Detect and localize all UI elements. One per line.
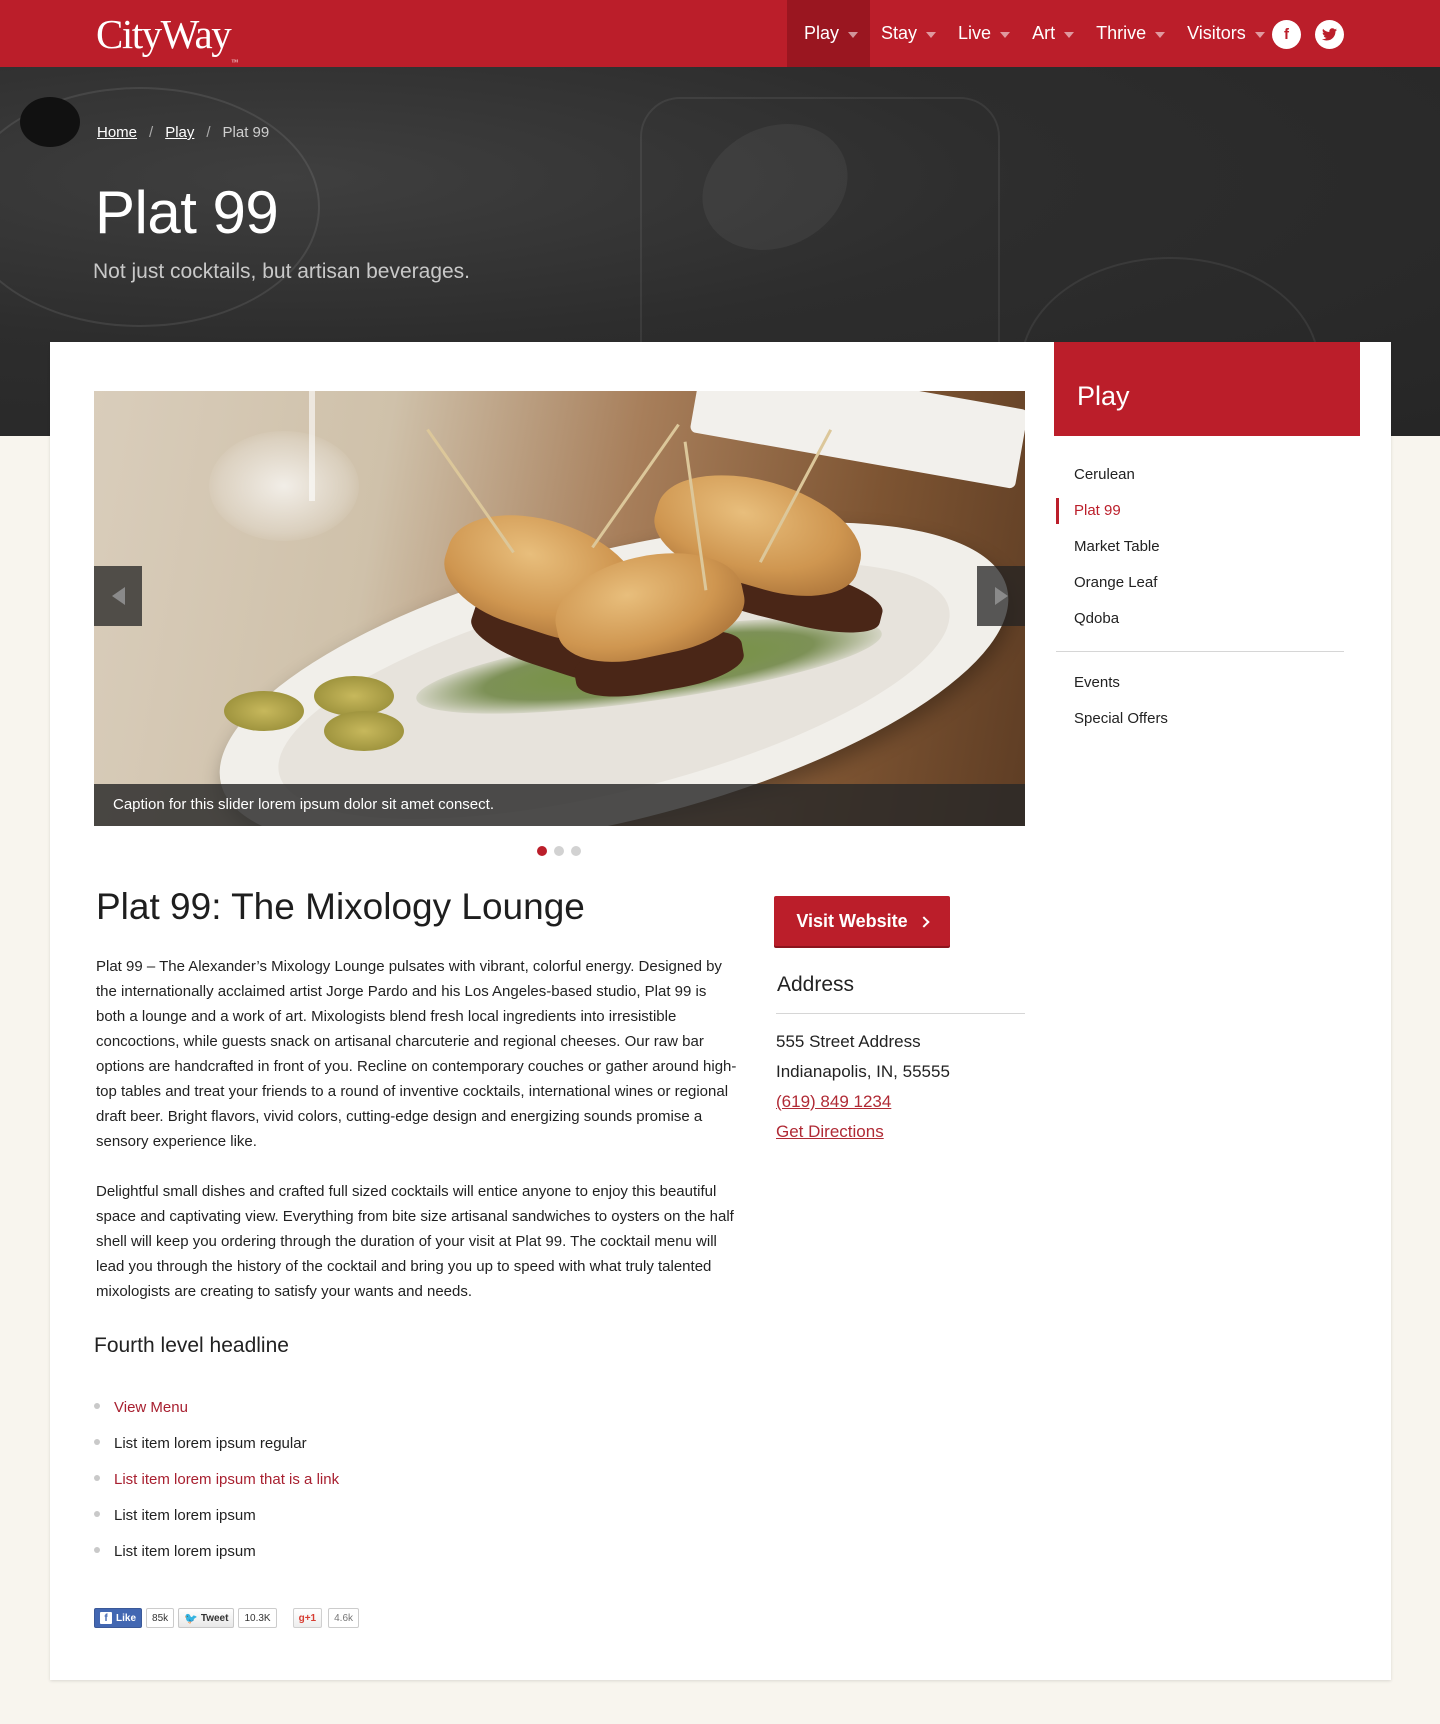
- breadcrumb: Home / Play / Plat 99: [97, 124, 269, 141]
- caret-down-icon: [1155, 31, 1166, 38]
- caret-down-icon: [1064, 31, 1075, 38]
- facebook-icon[interactable]: f: [1272, 20, 1301, 49]
- twitter-bird-icon: [1322, 28, 1337, 41]
- sidebar-item-cerulean[interactable]: Cerulean: [1056, 456, 1160, 492]
- page-title: Plat 99: [95, 179, 279, 246]
- caret-down-icon: [848, 31, 859, 38]
- phone-link[interactable]: (619) 849 1234: [776, 1087, 950, 1117]
- divider: [776, 1013, 1025, 1014]
- twitter-icon[interactable]: [1315, 20, 1344, 49]
- tweet-button[interactable]: 🐦 Tweet: [178, 1608, 235, 1628]
- main-nav: Play Stay Live Art Thrive Visitors: [787, 0, 1276, 67]
- social-share-bar: f Like 85k 🐦 Tweet 10.3K g +1 4.6k: [94, 1608, 360, 1628]
- slider-caption: Caption for this slider lorem ipsum dolo…: [94, 784, 1025, 826]
- caret-down-icon: [1000, 31, 1011, 38]
- nav-item-play[interactable]: Play: [787, 0, 871, 67]
- fourth-level-headline: Fourth level headline: [94, 1334, 289, 1357]
- nav-item-live[interactable]: Live: [947, 0, 1021, 67]
- sidebar-nav: Cerulean Plat 99 Market Table Orange Lea…: [1056, 456, 1160, 636]
- tweet-count: 10.3K: [238, 1608, 277, 1628]
- nav-item-thrive[interactable]: Thrive: [1085, 0, 1176, 67]
- nav-item-art[interactable]: Art: [1021, 0, 1085, 67]
- twitter-icon: 🐦: [184, 1612, 198, 1625]
- sidebar-item-plat-99[interactable]: Plat 99: [1056, 492, 1160, 528]
- google-plus-count: 4.6k: [328, 1608, 360, 1628]
- divider: [1056, 651, 1344, 652]
- slider-pagination: [537, 846, 581, 856]
- nav-item-stay[interactable]: Stay: [870, 0, 947, 67]
- google-plus-button[interactable]: g +1: [292, 1608, 323, 1628]
- sidebar-secondary-nav: Events Special Offers: [1056, 664, 1168, 736]
- breadcrumb-current: Plat 99: [222, 124, 270, 141]
- cityway-logo[interactable]: CityWay™: [96, 10, 238, 66]
- breadcrumb-separator: /: [206, 124, 211, 141]
- chevron-right-icon: [918, 915, 930, 928]
- facebook-like-button[interactable]: f Like: [94, 1608, 143, 1628]
- caret-down-icon: [1254, 31, 1265, 38]
- facebook-icon: f: [100, 1612, 112, 1624]
- breadcrumb-play-link[interactable]: Play: [165, 124, 194, 141]
- slider-prev-button[interactable]: [94, 566, 142, 626]
- address-block: 555 Street Address Indianapolis, IN, 555…: [776, 1027, 950, 1147]
- address-heading: Address: [777, 973, 855, 996]
- sidebar-item-events[interactable]: Events: [1056, 664, 1168, 700]
- slider-dot-1[interactable]: [537, 846, 547, 856]
- address-city: Indianapolis, IN, 55555: [776, 1062, 950, 1081]
- sidebar-item-special-offers[interactable]: Special Offers: [1056, 700, 1168, 736]
- get-directions-link[interactable]: Get Directions: [776, 1117, 950, 1147]
- slider-next-button[interactable]: [977, 566, 1025, 626]
- slider-dot-2[interactable]: [554, 846, 564, 856]
- caret-down-icon: [926, 31, 937, 38]
- article-paragraph: Delightful small dishes and crafted full…: [96, 1183, 734, 1300]
- list-item: List item lorem ipsum: [94, 1497, 339, 1533]
- address-street: 555 Street Address: [776, 1032, 921, 1051]
- chevron-right-icon: [994, 587, 1008, 605]
- sidebar-heading: Play: [1054, 342, 1360, 436]
- list-item-link[interactable]: List item lorem ipsum that is a link: [94, 1461, 339, 1497]
- image-slider: [94, 391, 1025, 826]
- nav-item-visitors[interactable]: Visitors: [1176, 0, 1276, 67]
- chevron-left-icon: [111, 587, 125, 605]
- facebook-like-count: 85k: [146, 1608, 175, 1628]
- breadcrumb-home-link[interactable]: Home: [97, 124, 137, 141]
- page-subtitle: Not just cocktails, but artisan beverage…: [93, 260, 471, 283]
- slider-dot-3[interactable]: [571, 846, 581, 856]
- breadcrumb-separator: /: [149, 124, 154, 141]
- list-item: List item lorem ipsum: [94, 1533, 339, 1569]
- sidebar-item-qdoba[interactable]: Qdoba: [1056, 600, 1160, 636]
- article-paragraph: Plat 99 – The Alexander’s Mixology Loung…: [96, 958, 737, 1150]
- list-item-view-menu[interactable]: View Menu: [94, 1389, 339, 1425]
- sidebar-item-market-table[interactable]: Market Table: [1056, 528, 1160, 564]
- list-item: List item lorem ipsum regular: [94, 1425, 339, 1461]
- sidebar-item-orange-leaf[interactable]: Orange Leaf: [1056, 564, 1160, 600]
- visit-website-button[interactable]: Visit Website: [774, 896, 950, 946]
- top-navigation-bar: CityWay™ Play Stay Live Art Thrive Visit…: [0, 0, 1440, 67]
- article-title: Plat 99: The Mixology Lounge: [96, 886, 585, 927]
- article-list: View Menu List item lorem ipsum regular …: [94, 1389, 339, 1569]
